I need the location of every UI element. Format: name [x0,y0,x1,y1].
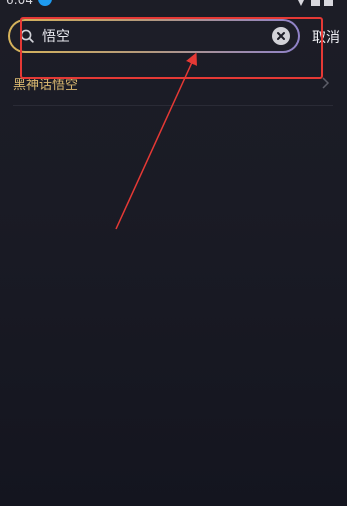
battery-icon [324,0,333,6]
status-bar: 6:04 [0,0,347,8]
notification-dot-icon [38,0,52,6]
chevron-right-icon [322,77,330,89]
search-input[interactable] [42,26,262,46]
close-circle-icon [277,32,285,40]
status-icons [295,0,333,6]
suggestion-label: 黑神话悟空 [13,78,79,93]
search-icon [20,29,34,43]
search-box-inner [10,21,298,51]
search-row: 取消 [8,19,343,53]
status-time: 6:04 [6,0,33,7]
wifi-icon [295,0,307,6]
suggestion-item[interactable]: 黑神话悟空 [13,66,333,106]
search-box[interactable] [8,19,300,53]
signal-icon [311,0,320,6]
cancel-button[interactable]: 取消 [312,27,340,47]
clear-search-button[interactable] [272,27,290,45]
